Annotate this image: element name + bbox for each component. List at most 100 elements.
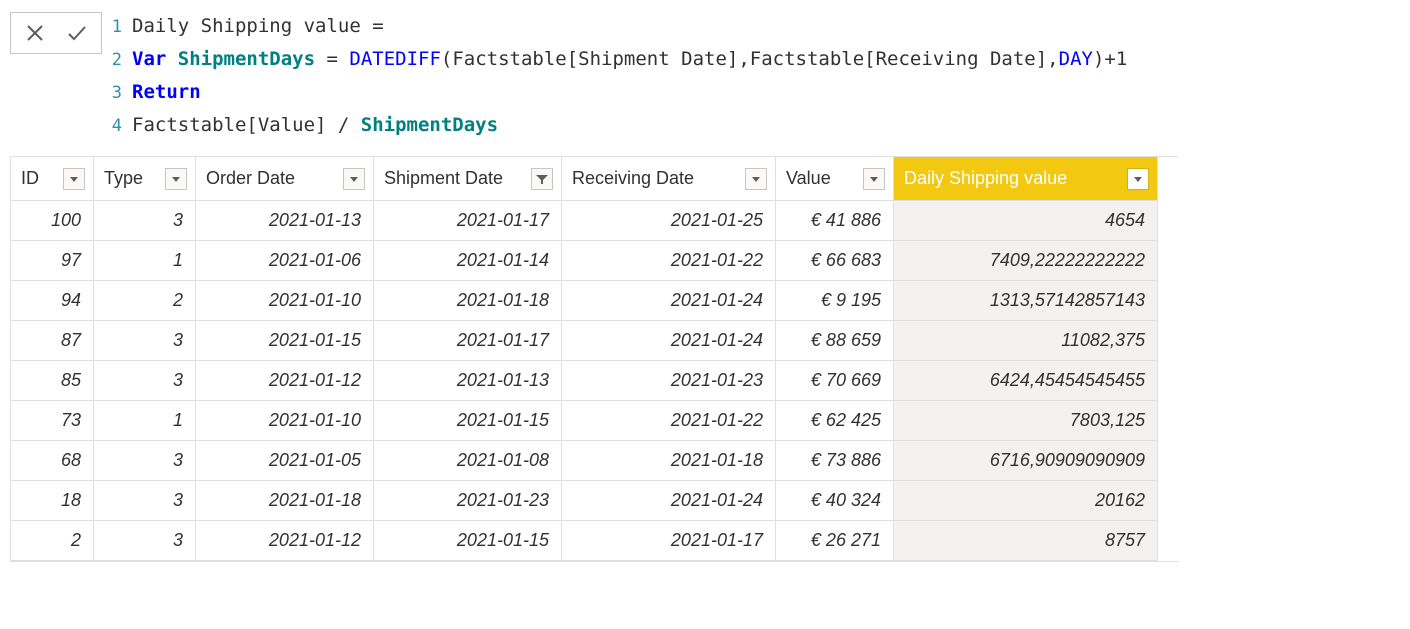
- cell-daily[interactable]: 4654: [894, 201, 1158, 241]
- dropdown-icon: [869, 174, 879, 184]
- cell-type[interactable]: 1: [94, 241, 196, 281]
- cell-order[interactable]: 2021-01-05: [196, 441, 374, 481]
- cell-type[interactable]: 3: [94, 441, 196, 481]
- cell-value[interactable]: € 70 669: [776, 361, 894, 401]
- header-type[interactable]: Type: [94, 157, 196, 201]
- cell-value[interactable]: € 41 886: [776, 201, 894, 241]
- formula-actions: [10, 12, 102, 54]
- cell-id[interactable]: 100: [10, 201, 94, 241]
- cell-daily[interactable]: 6424,45454545455: [894, 361, 1158, 401]
- cell-value[interactable]: € 40 324: [776, 481, 894, 521]
- cell-type[interactable]: 3: [94, 481, 196, 521]
- cell-recv[interactable]: 2021-01-17: [562, 521, 776, 561]
- cell-value[interactable]: € 9 195: [776, 281, 894, 321]
- cell-order[interactable]: 2021-01-12: [196, 521, 374, 561]
- cell-recv[interactable]: 2021-01-24: [562, 481, 776, 521]
- cell-id[interactable]: 18: [10, 481, 94, 521]
- header-receiving-date[interactable]: Receiving Date: [562, 157, 776, 201]
- cell-daily[interactable]: 11082,375: [894, 321, 1158, 361]
- cell-recv[interactable]: 2021-01-25: [562, 201, 776, 241]
- cell-daily[interactable]: 7803,125: [894, 401, 1158, 441]
- cell-daily[interactable]: 8757: [894, 521, 1158, 561]
- cell-daily[interactable]: 7409,22222222222: [894, 241, 1158, 281]
- cell-order[interactable]: 2021-01-10: [196, 401, 374, 441]
- cell-ship[interactable]: 2021-01-15: [374, 401, 562, 441]
- filter-applied-icon: [536, 173, 548, 185]
- cell-type[interactable]: 3: [94, 321, 196, 361]
- variable-name: ShipmentDays: [178, 43, 315, 75]
- cell-type[interactable]: 3: [94, 201, 196, 241]
- header-label: ID: [21, 168, 39, 189]
- cell-type[interactable]: 3: [94, 361, 196, 401]
- cell-ship[interactable]: 2021-01-23: [374, 481, 562, 521]
- cell-order[interactable]: 2021-01-10: [196, 281, 374, 321]
- cell-value[interactable]: € 26 271: [776, 521, 894, 561]
- cell-ship[interactable]: 2021-01-08: [374, 441, 562, 481]
- cancel-button[interactable]: [21, 19, 49, 47]
- cell-recv[interactable]: 2021-01-22: [562, 401, 776, 441]
- filter-button[interactable]: [343, 168, 365, 190]
- cell-id[interactable]: 97: [10, 241, 94, 281]
- header-order-date[interactable]: Order Date: [196, 157, 374, 201]
- cell-type[interactable]: 1: [94, 401, 196, 441]
- cell-id[interactable]: 87: [10, 321, 94, 361]
- dropdown-icon: [751, 174, 761, 184]
- cell-ship[interactable]: 2021-01-17: [374, 321, 562, 361]
- cell-order[interactable]: 2021-01-12: [196, 361, 374, 401]
- header-daily-shipping-value[interactable]: Daily Shipping value: [894, 157, 1158, 201]
- cell-ship[interactable]: 2021-01-15: [374, 521, 562, 561]
- table-row[interactable]: 6832021-01-052021-01-082021-01-18€ 73 88…: [10, 441, 1178, 481]
- table-row[interactable]: 10032021-01-132021-01-172021-01-25€ 41 8…: [10, 201, 1178, 241]
- table-row[interactable]: 1832021-01-182021-01-232021-01-24€ 40 32…: [10, 481, 1178, 521]
- filter-button[interactable]: [863, 168, 885, 190]
- cell-id[interactable]: 2: [10, 521, 94, 561]
- cell-order[interactable]: 2021-01-06: [196, 241, 374, 281]
- cell-daily[interactable]: 6716,90909090909: [894, 441, 1158, 481]
- table-row[interactable]: 7312021-01-102021-01-152021-01-22€ 62 42…: [10, 401, 1178, 441]
- header-shipment-date[interactable]: Shipment Date: [374, 157, 562, 201]
- cell-type[interactable]: 2: [94, 281, 196, 321]
- cell-recv[interactable]: 2021-01-18: [562, 441, 776, 481]
- cell-id[interactable]: 68: [10, 441, 94, 481]
- cell-value[interactable]: € 62 425: [776, 401, 894, 441]
- cell-ship[interactable]: 2021-01-17: [374, 201, 562, 241]
- header-id[interactable]: ID: [10, 157, 94, 201]
- filter-button[interactable]: [63, 168, 85, 190]
- filter-button[interactable]: [1127, 168, 1149, 190]
- filter-button[interactable]: [531, 168, 553, 190]
- cell-value[interactable]: € 88 659: [776, 321, 894, 361]
- cell-daily[interactable]: 20162: [894, 481, 1158, 521]
- cell-recv[interactable]: 2021-01-24: [562, 281, 776, 321]
- confirm-button[interactable]: [63, 19, 91, 47]
- code-text: Daily Shipping value =: [132, 10, 384, 42]
- cell-value[interactable]: € 66 683: [776, 241, 894, 281]
- header-value[interactable]: Value: [776, 157, 894, 201]
- cell-recv[interactable]: 2021-01-24: [562, 321, 776, 361]
- cell-value[interactable]: € 73 886: [776, 441, 894, 481]
- filter-button[interactable]: [745, 168, 767, 190]
- header-label: Receiving Date: [572, 168, 694, 189]
- cell-order[interactable]: 2021-01-18: [196, 481, 374, 521]
- table-row[interactable]: 232021-01-122021-01-152021-01-17€ 26 271…: [10, 521, 1178, 561]
- code-text: Factstable[Value] /: [132, 109, 361, 141]
- cell-ship[interactable]: 2021-01-13: [374, 361, 562, 401]
- code-text: )+1: [1093, 43, 1127, 75]
- cell-ship[interactable]: 2021-01-18: [374, 281, 562, 321]
- cell-order[interactable]: 2021-01-13: [196, 201, 374, 241]
- cell-daily[interactable]: 1313,57142857143: [894, 281, 1158, 321]
- table-row[interactable]: 8532021-01-122021-01-132021-01-23€ 70 66…: [10, 361, 1178, 401]
- keyword-var: Var: [132, 43, 166, 75]
- table-row[interactable]: 9712021-01-062021-01-142021-01-22€ 66 68…: [10, 241, 1178, 281]
- cell-id[interactable]: 73: [10, 401, 94, 441]
- filter-button[interactable]: [165, 168, 187, 190]
- cell-ship[interactable]: 2021-01-14: [374, 241, 562, 281]
- cell-type[interactable]: 3: [94, 521, 196, 561]
- table-row[interactable]: 8732021-01-152021-01-172021-01-24€ 88 65…: [10, 321, 1178, 361]
- cell-recv[interactable]: 2021-01-23: [562, 361, 776, 401]
- cell-recv[interactable]: 2021-01-22: [562, 241, 776, 281]
- cell-id[interactable]: 85: [10, 361, 94, 401]
- cell-id[interactable]: 94: [10, 281, 94, 321]
- dax-editor[interactable]: 1Daily Shipping value = 2Var ShipmentDay…: [110, 10, 1410, 142]
- cell-order[interactable]: 2021-01-15: [196, 321, 374, 361]
- table-row[interactable]: 9422021-01-102021-01-182021-01-24€ 9 195…: [10, 281, 1178, 321]
